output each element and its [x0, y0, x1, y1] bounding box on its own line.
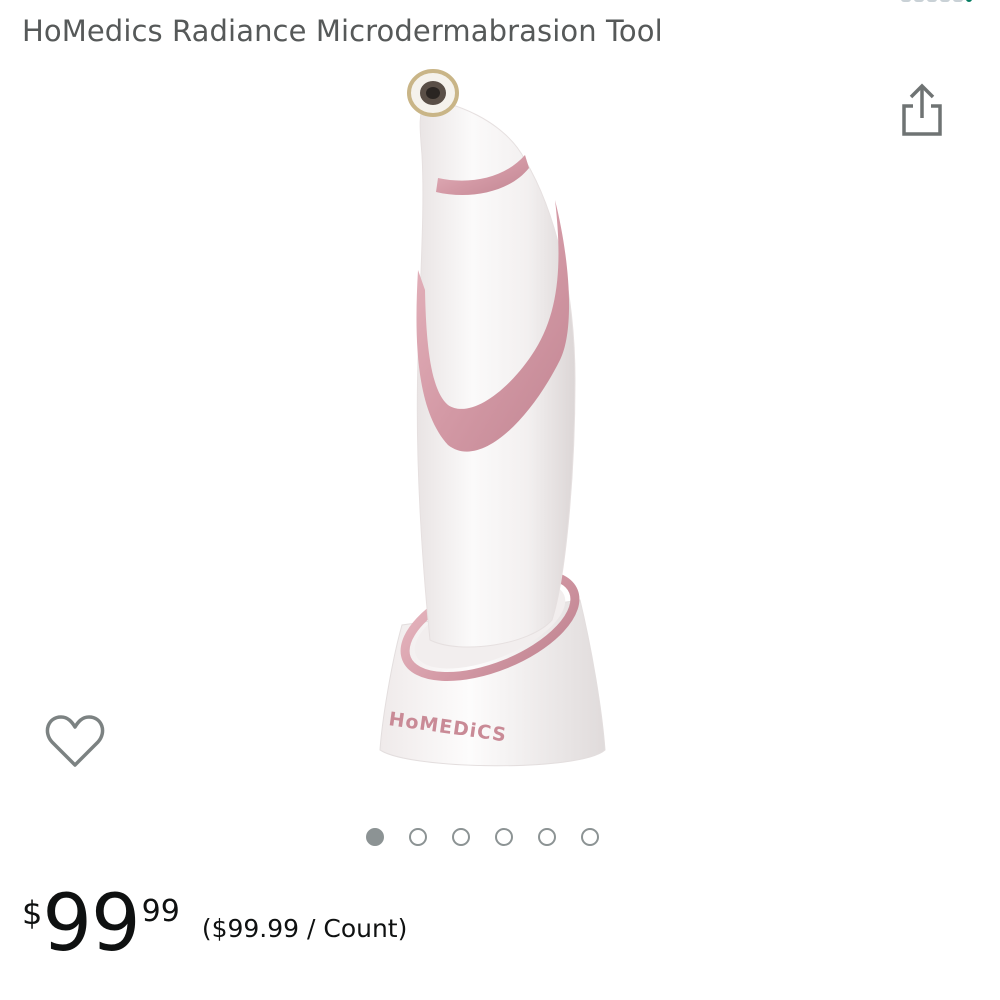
heart-outline-icon: [45, 715, 105, 767]
star-icon: [940, 0, 950, 2]
carousel-dot[interactable]: [538, 828, 556, 846]
rating-count-indicator: [966, 0, 972, 2]
microdermabrasion-device-image: HoMEDiCS: [379, 69, 606, 767]
price-fraction: 99: [141, 894, 180, 929]
carousel-dot[interactable]: [366, 828, 384, 846]
carousel-dot[interactable]: [495, 828, 513, 846]
star-icon: [914, 0, 924, 2]
star-icon: [901, 0, 911, 2]
star-icon: [927, 0, 937, 2]
price-block: $ 99 99 ($99.99 / Count): [22, 879, 408, 980]
add-to-wishlist-button[interactable]: [44, 712, 106, 770]
product-title[interactable]: HoMedics Radiance Microdermabrasion Tool: [22, 14, 663, 48]
carousel-dot[interactable]: [581, 828, 599, 846]
unit-price: ($99.99 / Count): [201, 914, 408, 943]
share-icon: [902, 83, 942, 136]
price-whole: 99: [42, 879, 140, 969]
carousel-dot[interactable]: [452, 828, 470, 846]
product-detail-page: HoMedics Radiance Microdermabrasion Tool: [0, 0, 1000, 1000]
star-icon: [953, 0, 963, 2]
share-button[interactable]: [896, 78, 948, 138]
price-currency-symbol: $: [22, 894, 43, 932]
carousel-dot[interactable]: [409, 828, 427, 846]
image-carousel-indicator: [366, 828, 599, 846]
product-image[interactable]: HoMEDiCS: [330, 60, 670, 790]
rating-stars-partial[interactable]: [901, 0, 972, 2]
